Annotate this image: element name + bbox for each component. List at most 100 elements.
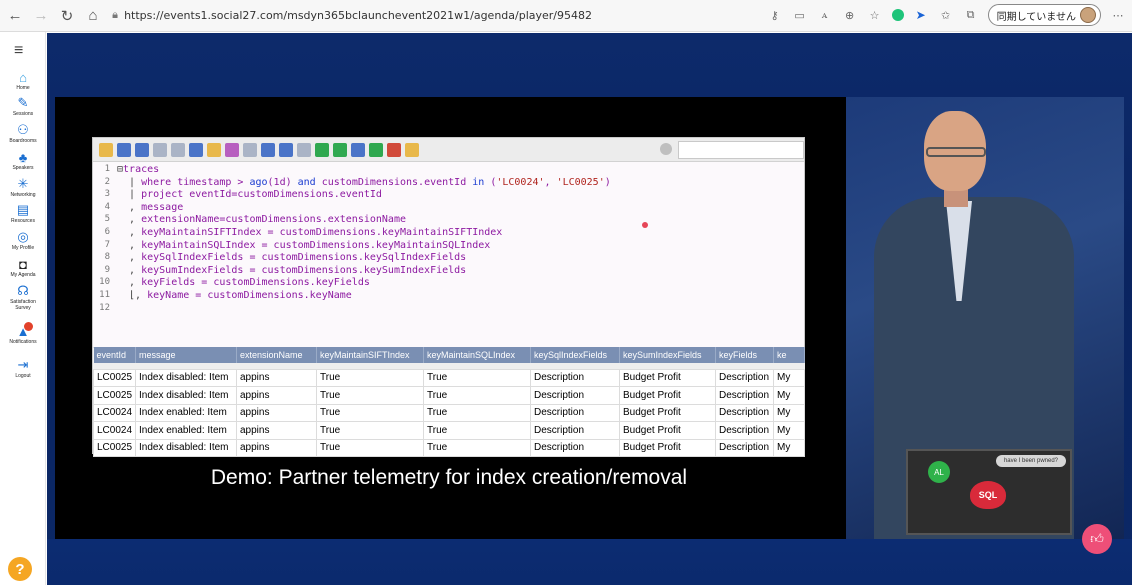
key-icon[interactable]: ⚷ [767, 7, 783, 23]
sidebar-item-my-agenda[interactable]: ◘ My Agenda [0, 256, 46, 279]
sidebar-item-label: Home [16, 85, 30, 91]
line-number: 2 [104, 176, 110, 187]
grid-column-header: message [135, 347, 237, 363]
undo-icon [153, 142, 167, 157]
code-line-prefix: | [117, 176, 142, 188]
code-line-text: keyFields = customDimensions.keyFields [141, 277, 370, 289]
sidebar-item-my-profile[interactable]: ◎ My Profile [0, 229, 46, 251]
table-cell: Index enabled: Item [135, 421, 237, 440]
code-area: 1 2 3 4 5 6 7 8 9 10 11 12 ⊟traces | where timestam… [93, 162, 804, 347]
table-row: LC0025 Index disabled: Item appins True True… [93, 438, 805, 457]
url-text: https://events1.social27.com/msdyn365bcl… [124, 9, 592, 22]
line-number: 10 [99, 277, 110, 288]
code-line: , keyMaintainSQLIndex = customDimensions… [117, 240, 804, 253]
sidebar-item-notifications[interactable]: ▲ Notifications [0, 322, 46, 345]
table-cell: Description [715, 438, 774, 457]
sidebar-item-logout[interactable]: ⇥ Logout [0, 357, 46, 379]
presenter-glasses [926, 147, 986, 157]
table-cell: Budget Profit [619, 421, 716, 440]
window-icon [189, 142, 203, 157]
avatar [1080, 7, 1096, 23]
sidebar-item-label: Boardrooms [9, 138, 37, 144]
extension-green-icon[interactable] [891, 9, 904, 21]
table-cell: Description [530, 368, 620, 387]
sidebar-item-sessions[interactable]: ✎ Sessions [0, 95, 46, 117]
tools-icon [387, 142, 401, 157]
favorite-add-icon[interactable]: ☆ [867, 7, 883, 23]
code-line: ⊟traces [117, 164, 804, 177]
code-line: | project eventId=customDimensions.event… [117, 189, 804, 202]
code-line: , keyFields = customDimensions.keyFields [117, 277, 804, 290]
sidebar-item-resources[interactable]: ▤ Resources [0, 202, 46, 224]
sidebar-item-satisfaction-survey[interactable]: ☊ Satisfaction Survey [0, 283, 46, 311]
sidebar-item-label: Speakers [12, 165, 34, 171]
notification-badge [24, 322, 33, 331]
chart-icon [369, 142, 383, 157]
sidebar-item-label: Logout [15, 373, 31, 379]
line-number: 3 [104, 189, 110, 200]
code-line-prefix: , [117, 252, 142, 264]
code-line-prefix: , [117, 214, 142, 226]
table-cell: appins [236, 386, 317, 405]
code-line-text: traces [123, 164, 160, 175]
code-line-text: keyName = customDimensions.keyName [147, 289, 352, 301]
split-icon[interactable]: ▭ [792, 7, 808, 23]
collections-icon[interactable]: ⧉ [963, 7, 979, 23]
edit-icon [207, 142, 221, 157]
profile-sync-button[interactable]: 同期していません [987, 4, 1101, 26]
logout-icon: ⇥ [17, 357, 29, 372]
sidebar-item-label: Satisfaction Survey [10, 299, 36, 311]
line-number: 1 [104, 164, 110, 174]
sync-status-label: 同期していません [996, 11, 1076, 23]
table-cell: Description [530, 386, 620, 405]
zoom-icon[interactable]: ⊕ [842, 7, 858, 23]
grid-column-header: keySumIndexFields [619, 347, 716, 363]
table-cell: Budget Profit [619, 386, 716, 405]
table-cell: True [316, 421, 424, 440]
grid-column-header: keyFields [715, 347, 774, 363]
favorites-icon[interactable]: ✩ [938, 7, 954, 23]
hamburger-menu-icon[interactable]: ≡ [14, 42, 32, 60]
table-cell: Description [715, 403, 774, 422]
agenda-icon: ◘ [19, 256, 27, 272]
line-number: 11 [99, 289, 110, 300]
read-aloud-icon[interactable]: ꭺ [817, 7, 833, 23]
code-line-text: keySumIndexFields = customDimensions.key… [141, 264, 467, 276]
home-browser-icon[interactable]: ⌂ [82, 5, 104, 27]
table-row: LC0024 Index enabled: Item appins True True D… [93, 421, 805, 440]
table-cell: appins [236, 421, 317, 440]
sidebar-item-networking[interactable]: ✳ Networking [0, 176, 46, 198]
sidebar-item-label: Sessions [12, 111, 34, 117]
address-bar[interactable]: 🔒︎ https://events1.social27.com/msdyn365… [112, 4, 592, 28]
code-line-text: keyMaintainSIFTIndex = customDimensions.… [141, 226, 503, 238]
back-icon[interactable]: ← [4, 5, 26, 27]
code-line-prefix: , [117, 277, 142, 289]
code-line-text: project eventId=customDimensions.eventId [141, 189, 382, 201]
speaker-icon: ♣ [18, 149, 28, 165]
sidebar-item-home[interactable]: ⌂ Home [0, 70, 46, 92]
sidebar-item-boardrooms[interactable]: ⚇ Boardrooms [0, 122, 46, 144]
sidebar-item-label: Networking [10, 192, 36, 198]
table-cell: LC0025 [93, 368, 136, 387]
table-cell: Description [530, 438, 620, 457]
line-number-gutter: 1 2 3 4 5 6 7 8 9 10 11 12 [93, 164, 113, 315]
presenter-laptop: AL SQL have I been pwned? [906, 449, 1072, 535]
sidebar-item-speakers[interactable]: ♣ Speakers [0, 149, 46, 172]
profile-icon: ◎ [17, 229, 29, 244]
line-number: 12 [99, 302, 110, 313]
format-icon [225, 142, 239, 157]
more-icon[interactable]: ⋯ [1110, 7, 1126, 23]
forward-icon[interactable]: → [30, 5, 52, 27]
help-button[interactable]: ? [8, 557, 32, 581]
table-cell: My [773, 386, 805, 405]
table-cell: True [316, 368, 424, 387]
like-button[interactable]: 👍︎ [1082, 524, 1112, 554]
results-grid: eventId message extensionName keyMaintainSI… [93, 347, 805, 457]
code-line: , message [117, 202, 804, 215]
brush-icon [405, 142, 419, 157]
table-cell: True [423, 403, 531, 422]
extension-arrow-icon[interactable]: ➤ [913, 7, 929, 23]
refresh-icon[interactable]: ↻ [56, 5, 78, 27]
table-cell: appins [236, 368, 317, 387]
